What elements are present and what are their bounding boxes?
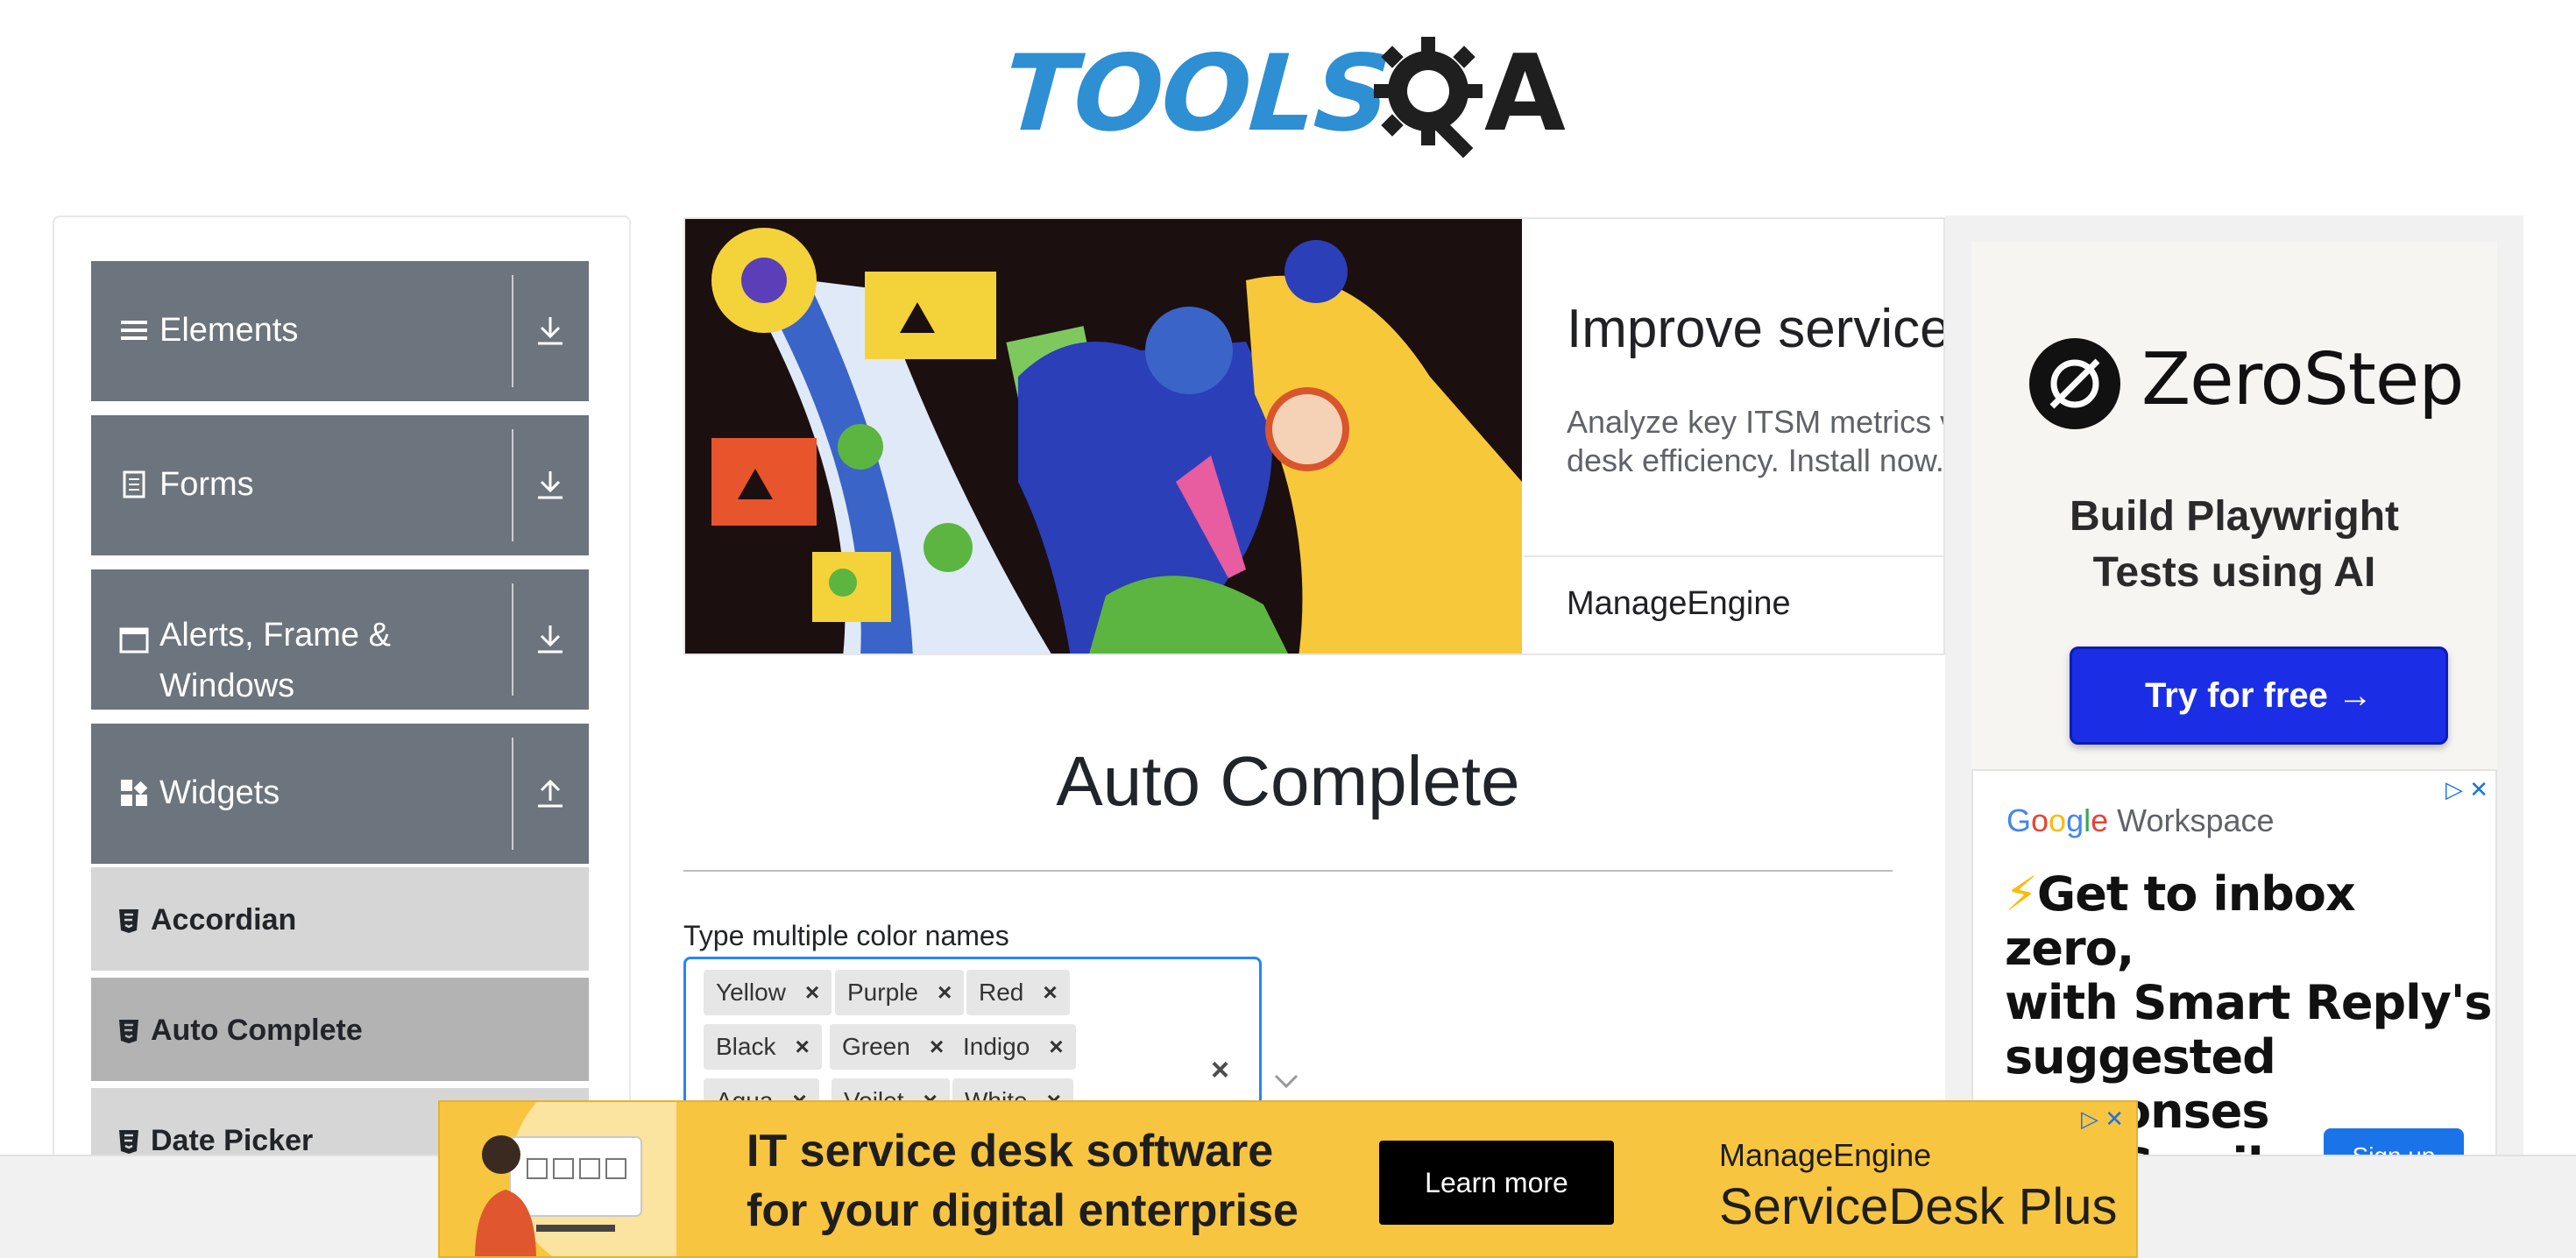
chip-label: Black: [716, 1033, 776, 1060]
ad-choices-icon[interactable]: ▷ ✕: [2445, 776, 2488, 803]
toolsqa-logo[interactable]: TOOLS A: [1000, 25, 1574, 165]
page-title: Auto Complete: [1056, 742, 1520, 820]
color-chip: Red ×: [966, 970, 1070, 1015]
group-label-line: Alerts, Frame &: [159, 617, 391, 654]
chip-remove-icon[interactable]: ×: [938, 979, 952, 1007]
multi-color-label: Type multiple color names: [683, 920, 1009, 951]
grid-icon: [121, 780, 148, 806]
group-header-alerts-frame-windows[interactable]: Alerts, Frame & Windows: [91, 569, 589, 710]
headline-line: Get to inbox zero,: [2005, 866, 2356, 976]
group-header-elements[interactable]: Elements: [91, 261, 589, 401]
bottom-ad-headline: IT service desk software for your digita…: [747, 1121, 1299, 1240]
group-header-forms[interactable]: Forms: [91, 415, 589, 555]
brand-letter: G: [2006, 802, 2032, 838]
brand-suffix: Workspace: [2108, 802, 2275, 838]
tagline-line: Build Playwright: [2069, 493, 2400, 540]
html5-icon: [119, 1130, 138, 1154]
bottom-ad-product: ServiceDesk Plus: [1719, 1178, 2118, 1235]
ad-illustration-image: [685, 219, 1522, 654]
logo-text-tools: TOOLS: [1000, 33, 1393, 155]
ad-divider: [1524, 555, 1943, 557]
chip-label: Yellow: [716, 979, 786, 1006]
brand-letter: g: [2066, 802, 2084, 838]
clear-all-icon[interactable]: ×: [1211, 1051, 1229, 1088]
chip-remove-icon[interactable]: ×: [795, 1033, 809, 1061]
group-divider: [512, 429, 513, 541]
ad-title: Improve service: [1567, 299, 1945, 359]
tagline-line: Tests using AI: [2092, 549, 2376, 596]
top-ad-banner[interactable]: Improve service Analyze key ITSM metrics…: [683, 217, 1945, 655]
ad-brand: ManageEngine: [1567, 585, 1791, 622]
headline-line: IT service desk software: [747, 1126, 1274, 1177]
learn-more-button[interactable]: Learn more: [1379, 1141, 1614, 1225]
zerostep-tagline: Build Playwright Tests using AI: [2024, 489, 2445, 601]
chip-remove-icon[interactable]: ×: [805, 979, 819, 1007]
brand-letter: l: [2084, 802, 2091, 838]
download-icon[interactable]: [529, 310, 571, 352]
group-divider: [512, 275, 513, 387]
html5-icon: [119, 909, 138, 933]
ad-description: Analyze key ITSM metrics v desk efficien…: [1567, 403, 1945, 480]
group-divider: [512, 583, 513, 696]
brand-letter: o: [2049, 802, 2067, 838]
google-workspace-brand: Google Workspace: [2006, 802, 2275, 839]
group-label-widgets: Widgets: [159, 774, 280, 811]
chip-remove-icon[interactable]: ×: [1049, 1033, 1063, 1061]
zerostep-logo-icon: [2029, 338, 2120, 429]
sidebar-item-label: Auto Complete: [151, 1014, 363, 1047]
logo-text-a: A: [1484, 33, 1566, 155]
window-icon: [119, 627, 149, 654]
ad-description-line: Analyze key ITSM metrics v: [1567, 404, 1945, 440]
color-chip: Yellow ×: [704, 970, 832, 1015]
color-chip: Black ×: [704, 1024, 822, 1070]
brand-letter: o: [2031, 802, 2049, 838]
group-label-forms: Forms: [159, 466, 254, 503]
group-label-line: Windows: [159, 668, 295, 704]
chip-label: Indigo: [963, 1033, 1030, 1060]
html5-icon: [119, 1020, 138, 1043]
download-icon[interactable]: [529, 618, 571, 661]
color-chip: Purple ×: [835, 970, 965, 1015]
group-header-widgets[interactable]: Widgets: [91, 724, 589, 864]
chip-label: Purple: [847, 979, 918, 1006]
chip-label: Green: [842, 1033, 910, 1060]
ad-description-line: desk efficiency. Install now.: [1567, 442, 1944, 478]
group-divider: [512, 738, 513, 850]
bottom-ad-banner[interactable]: IT service desk software for your digita…: [438, 1100, 2138, 1258]
gear-magnifier-icon: [1374, 37, 1483, 159]
bottom-ad-brand: ManageEngine: [1719, 1137, 1932, 1173]
sidebar-item-label: Accordian: [151, 903, 297, 936]
color-chip: Green ×: [830, 1024, 957, 1070]
headline-line: for your digital enterprise: [747, 1185, 1299, 1236]
ad-choices-icon[interactable]: ▷ ✕: [2081, 1106, 2124, 1133]
support-agent-illustration: [440, 1102, 676, 1256]
download-icon[interactable]: [529, 464, 571, 506]
title-divider: [683, 870, 1893, 872]
brand-letter: e: [2091, 802, 2109, 838]
chip-remove-icon[interactable]: ×: [930, 1033, 944, 1061]
group-label-elements: Elements: [159, 312, 299, 349]
chevron-down-icon[interactable]: [1270, 1071, 1302, 1092]
lightning-icon: ⚡: [2005, 866, 2038, 922]
headline-line: with Smart Reply's: [2005, 975, 2493, 1030]
sidebar-item-auto-complete[interactable]: Auto Complete: [91, 974, 589, 1081]
zerostep-name: ZeroStep: [2141, 338, 2464, 421]
upload-icon[interactable]: [529, 773, 571, 815]
group-label-alerts-frame-windows: Alerts, Frame & Windows: [159, 610, 391, 711]
try-for-free-button[interactable]: Try for free →: [2070, 647, 2448, 745]
chip-label: Red: [979, 979, 1024, 1006]
color-chip: Indigo ×: [951, 1024, 1076, 1070]
document-icon: [123, 470, 145, 498]
chip-remove-icon[interactable]: ×: [1043, 979, 1057, 1007]
sidebar-item-accordian[interactable]: Accordian: [91, 864, 589, 971]
hamburger-icon: [121, 321, 147, 340]
